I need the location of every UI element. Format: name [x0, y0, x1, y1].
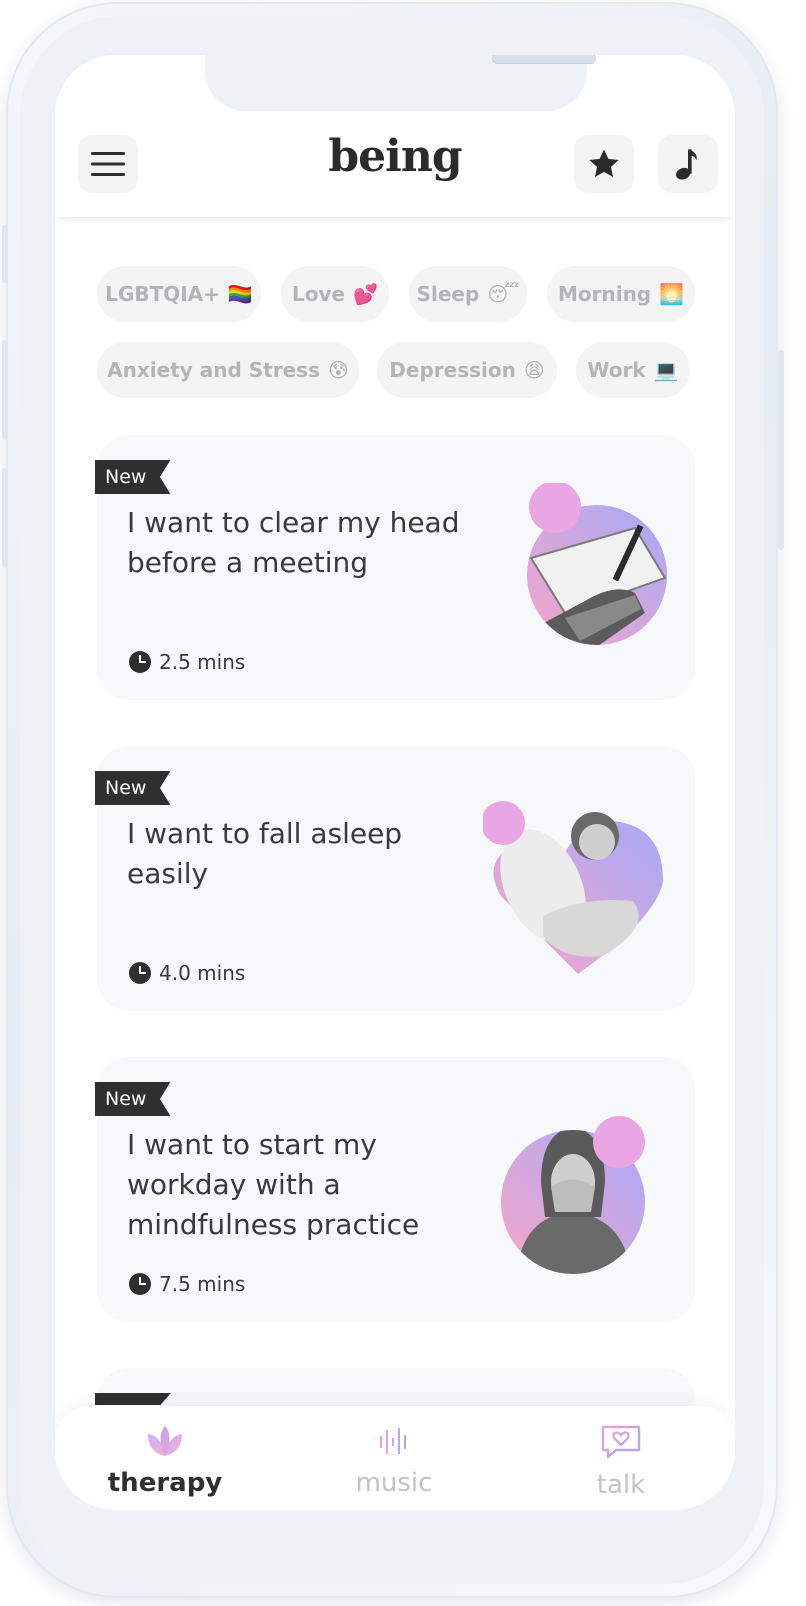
chip-depression[interactable]: Depression 😩	[377, 342, 557, 398]
chip-label: Sleep	[416, 282, 480, 306]
chip-label: Work	[587, 358, 646, 382]
duration-label: 4.0 mins	[159, 961, 246, 985]
duration: 7.5 mins	[129, 1272, 245, 1296]
chip-love[interactable]: Love 💕	[281, 266, 389, 322]
card-illustration-writing	[527, 483, 667, 645]
side-button-power	[778, 350, 784, 550]
nav-label-music: music	[355, 1468, 433, 1498]
anxious-face-icon: 😰	[327, 358, 349, 382]
hearts-icon: 💕	[353, 282, 378, 306]
new-badge: New	[95, 460, 171, 494]
card-title: I want to clear my head before a meeting	[127, 506, 460, 579]
app-header: being	[55, 117, 735, 217]
music-button[interactable]	[658, 135, 718, 193]
session-card[interactable]: New I want to fall asleep easily 4.0 min…	[95, 746, 695, 1011]
card-illustration-stressed	[501, 1116, 645, 1274]
duration: 4.0 mins	[129, 961, 245, 985]
nav-label-talk: talk	[596, 1470, 646, 1500]
chip-morning[interactable]: Morning 🌅	[547, 266, 695, 322]
clock-icon	[129, 962, 151, 984]
duration: 2.5 mins	[129, 650, 245, 674]
chip-work[interactable]: Work 💻	[576, 342, 690, 398]
duration-label: 7.5 mins	[159, 1272, 246, 1296]
nav-label-therapy: therapy	[107, 1468, 223, 1498]
clock-icon	[129, 651, 151, 673]
rainbow-flag-icon: 🏳️‍🌈	[227, 282, 253, 306]
screen: being LGBTQIA+ 🏳️‍🌈 Love 💕 Sleep 😴	[55, 55, 735, 1510]
chip-sleep[interactable]: Sleep 😴	[409, 266, 527, 322]
chip-anxiety-and-stress[interactable]: Anxiety and Stress 😰	[97, 342, 359, 398]
star-icon	[589, 149, 619, 178]
music-note-icon	[676, 149, 697, 180]
side-button-volume-down	[2, 468, 8, 568]
clock-icon	[129, 1273, 151, 1295]
sleeping-face-icon: 😴	[487, 282, 520, 306]
laptop-icon: 💻	[653, 358, 679, 382]
nav-talk[interactable]: talk	[541, 1424, 701, 1500]
new-badge: New	[95, 771, 171, 805]
chat-heart-icon	[601, 1425, 641, 1459]
card-title: I want to start my workday with a mindfu…	[127, 1128, 420, 1241]
card-title: I want to fall asleep easily	[127, 817, 403, 890]
lotus-icon	[148, 1426, 182, 1456]
session-card[interactable]: New I want to start my workday with a mi…	[95, 1057, 695, 1322]
chip-label: Morning	[557, 282, 652, 306]
new-badge: New	[95, 1082, 171, 1116]
chip-lgbtqia[interactable]: LGBTQIA+ 🏳️‍🌈	[97, 266, 261, 322]
speaker-grille	[492, 55, 596, 64]
duration-label: 2.5 mins	[159, 650, 246, 674]
nav-music[interactable]: music	[314, 1424, 474, 1498]
session-card[interactable]: New I want to clear my head before a mee…	[95, 435, 695, 700]
bottom-navigation: therapy music talk	[55, 1406, 735, 1510]
chip-label: LGBTQIA+	[105, 282, 220, 306]
chip-label: Depression	[389, 358, 516, 382]
favorites-button[interactable]	[574, 135, 634, 193]
weary-face-icon: 😩	[523, 358, 545, 382]
chip-label: Anxiety and Stress	[107, 358, 320, 382]
side-button-mute	[2, 225, 8, 283]
soundwave-icon	[380, 1428, 406, 1454]
side-button-volume-up	[2, 340, 8, 440]
sunrise-icon: 🌅	[659, 282, 685, 306]
notch	[205, 55, 596, 111]
new-badge-peek	[95, 1393, 171, 1405]
nav-therapy[interactable]: therapy	[85, 1424, 245, 1498]
card-illustration-sleeping	[483, 801, 663, 974]
chip-label: Love	[292, 282, 346, 306]
